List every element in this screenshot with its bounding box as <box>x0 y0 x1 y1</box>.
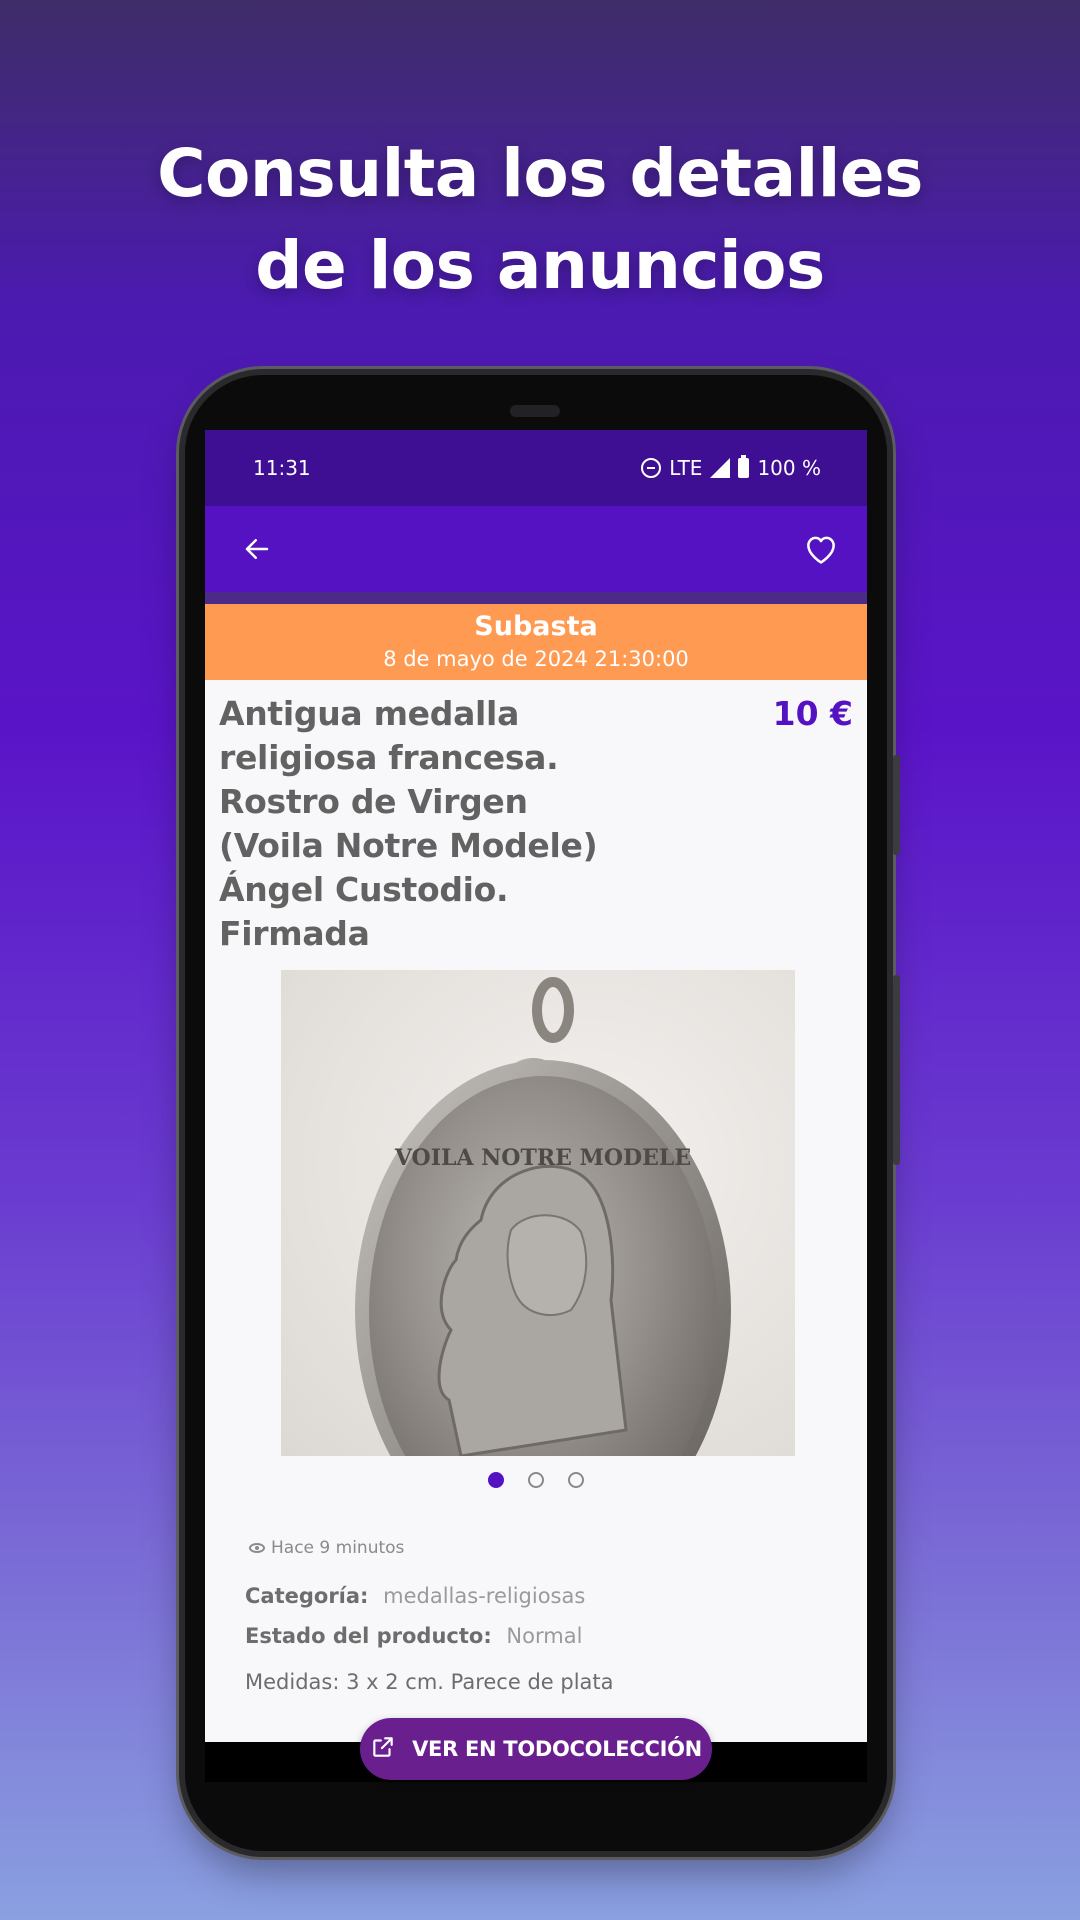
earpiece-speaker <box>510 405 560 417</box>
item-title-line: (Voila Notre Modele) <box>219 826 598 865</box>
do-not-disturb-icon <box>641 458 662 478</box>
carousel-indicator <box>219 1472 853 1488</box>
external-link-icon <box>370 1734 396 1765</box>
battery-level: 100 % <box>757 456 821 480</box>
condition-label: Estado del producto: <box>245 1624 492 1648</box>
item-meta: Hace 9 minutos Categoría: medallas-relig… <box>219 1538 853 1694</box>
headline: Consulta los detalles de los anuncios <box>0 128 1080 312</box>
cta-label: VER EN TODOCOLECCIÓN <box>412 1737 702 1761</box>
item-title-line: Rostro de Virgen <box>219 782 528 821</box>
headline-line-2: de los anuncios <box>255 227 825 304</box>
auction-banner: Subasta 8 de mayo de 2024 21:30:00 <box>205 604 867 680</box>
medal-image: VOILA NOTRE MODELE <box>355 977 731 1456</box>
condition-value: Normal <box>506 1624 583 1648</box>
title-row: Antigua medalla religiosa francesa. Rost… <box>219 692 853 956</box>
power-button <box>893 975 900 1165</box>
time-ago-text: Hace 9 minutos <box>271 1538 405 1558</box>
carousel-dot[interactable] <box>528 1472 544 1488</box>
eye-icon <box>249 1543 265 1553</box>
heart-outline-icon[interactable] <box>799 527 843 571</box>
item-description: Medidas: 3 x 2 cm. Parece de plata <box>245 1670 614 1694</box>
status-time: 11:31 <box>253 456 311 480</box>
item-title-line: Firmada <box>219 914 370 953</box>
status-bar: 11:31 LTE 100 % <box>205 430 867 506</box>
view-on-todocoleccion-button[interactable]: VER EN TODOCOLECCIÓN <box>360 1718 712 1780</box>
item-title-line: religiosa francesa. <box>219 738 559 777</box>
battery-icon <box>738 455 750 478</box>
carousel-dot[interactable] <box>488 1472 504 1488</box>
item-title: Antigua medalla religiosa francesa. Rost… <box>219 692 659 956</box>
signal-icon <box>710 458 731 478</box>
item-price: 10 € <box>772 694 853 733</box>
headline-line-1: Consulta los detalles <box>157 135 923 212</box>
item-title-line: Antigua medalla <box>219 694 520 733</box>
item-title-line: Ángel Custodio. <box>219 870 509 909</box>
auction-label: Subasta <box>474 611 598 642</box>
phone-screen: 11:31 LTE 100 % Subasta 8 de mayo de 202… <box>205 430 867 1782</box>
category-label: Categoría: <box>245 1584 369 1608</box>
views-time: Hace 9 minutos <box>249 1538 843 1558</box>
phone-frame: 11:31 LTE 100 % Subasta 8 de mayo de 202… <box>185 375 900 1851</box>
network-type: LTE <box>669 456 703 480</box>
auction-date: 8 de mayo de 2024 21:30:00 <box>383 647 689 671</box>
carousel-dot[interactable] <box>568 1472 584 1488</box>
volume-button <box>893 755 900 855</box>
item-detail: Antigua medalla religiosa francesa. Rost… <box>205 680 867 1694</box>
status-icons: LTE 100 % <box>641 455 821 480</box>
category-value: medallas-religiosas <box>383 1584 586 1608</box>
category-row: Categoría: medallas-religiosas <box>245 1576 843 1616</box>
app-bar <box>205 506 867 604</box>
medal-inscription: VOILA NOTRE MODELE <box>394 1145 691 1171</box>
item-photo[interactable]: VOILA NOTRE MODELE <box>281 970 795 1456</box>
arrow-left-icon[interactable] <box>235 527 279 571</box>
condition-row: Estado del producto: Normal <box>245 1616 843 1656</box>
